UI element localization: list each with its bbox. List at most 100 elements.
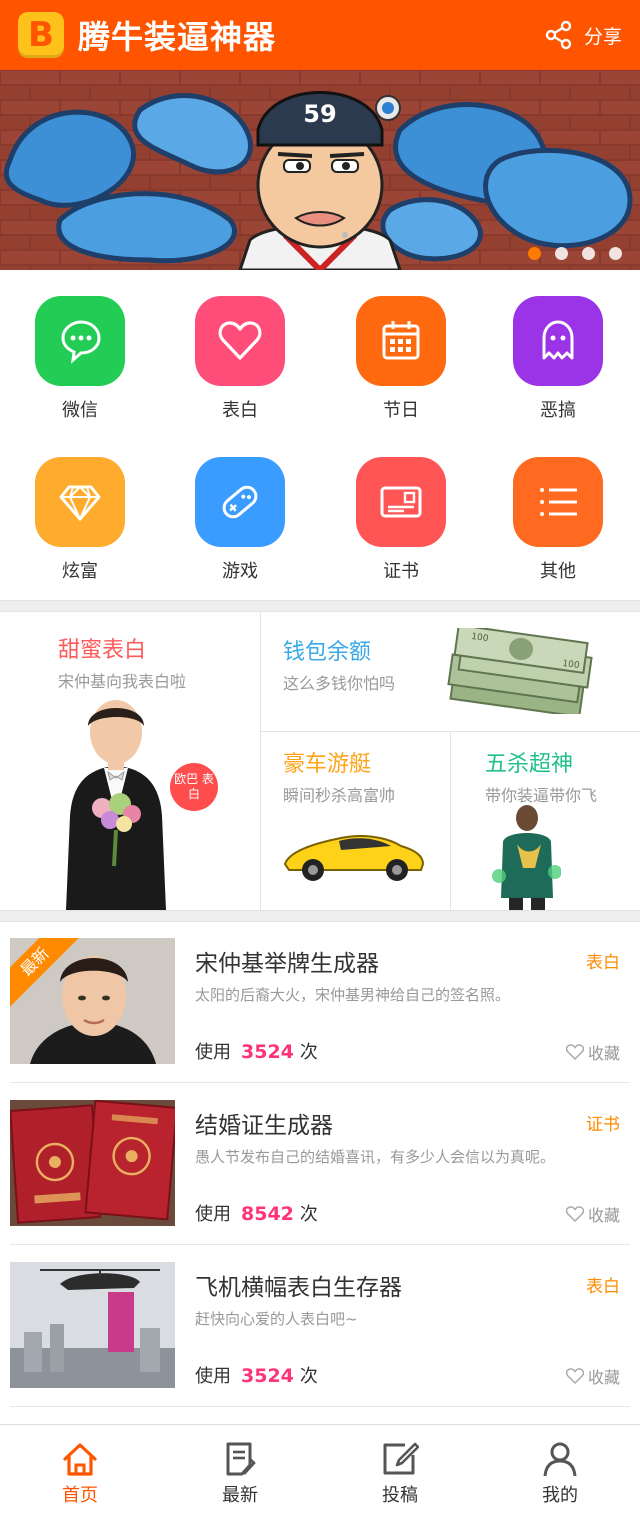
item-tag[interactable]: 表白 — [586, 948, 620, 973]
list-divider — [10, 1244, 630, 1245]
usage-unit: 次 — [299, 1366, 318, 1387]
feature-luxury-car[interactable]: 豪车游艇 瞬间秒杀高富帅 — [261, 732, 450, 910]
favorite-label: 收藏 — [587, 1368, 620, 1387]
home-icon — [63, 1443, 97, 1476]
money-stack-image: 100 100 — [447, 628, 593, 714]
heart-icon — [195, 296, 285, 386]
category-other[interactable]: 其他 — [498, 457, 618, 583]
cap-text: 59 — [303, 100, 336, 128]
usage-unit: 次 — [299, 1042, 318, 1063]
feature-title: 五杀超神 — [485, 752, 574, 777]
category-wechat[interactable]: 微信 — [20, 296, 140, 422]
share-label: 分享 — [583, 25, 622, 48]
feature-subtitle: 宋仲基向我表白啦 — [58, 672, 187, 691]
category-label: 证书 — [383, 561, 419, 582]
feature-pentakill[interactable]: 五杀超神 带你装逼带你飞 — [451, 732, 640, 910]
section-divider — [0, 910, 640, 922]
category-label: 恶搞 — [540, 400, 576, 421]
item-thumbnail: 最新 — [10, 938, 175, 1064]
carousel-dot[interactable] — [582, 247, 595, 260]
item-usage: 使用 3524 次 — [195, 1362, 318, 1388]
feature-panel: 甜蜜表白 宋仲基向我表白啦 欧巴 表白 钱包余额 这么多钱你怕吗 100 100… — [0, 612, 640, 910]
list-icon — [513, 457, 603, 547]
item-usage: 使用 8542 次 — [195, 1200, 318, 1226]
carousel-dot[interactable] — [555, 247, 568, 260]
tab-label: 最新 — [222, 1485, 258, 1506]
feature-sweet-confession[interactable]: 甜蜜表白 宋仲基向我表白啦 欧巴 表白 — [0, 612, 260, 910]
usage-count: 3524 — [241, 1041, 294, 1063]
banner-image: 59 — [0, 70, 640, 270]
app-title: 腾牛装逼神器 — [78, 18, 277, 56]
tab-profile[interactable]: 我的 — [480, 1425, 640, 1514]
category-festival[interactable]: 节日 — [341, 296, 461, 422]
item-description: 太阳的后裔大火，宋仲基男神给自己的签名照。 — [195, 986, 511, 1004]
tab-submit[interactable]: 投稿 — [320, 1425, 480, 1514]
list-item[interactable]: 飞机横幅表白生存器 表白 赶快向心爱的人表白吧~ 使用 3524 次 收藏 — [10, 1262, 630, 1388]
item-usage: 使用 3524 次 — [195, 1038, 318, 1064]
feature-title: 钱包余额 — [283, 640, 372, 665]
category-certificate[interactable]: 证书 — [341, 457, 461, 583]
category-grid: 微信 表白 节日 恶搞 炫富 游戏 证书 其他 — [0, 270, 640, 600]
feature-subtitle: 这么多钱你怕吗 — [283, 674, 396, 693]
game-hero-image — [492, 805, 561, 910]
category-label: 炫富 — [62, 561, 98, 582]
ghost-icon — [513, 296, 603, 386]
category-label: 微信 — [62, 400, 98, 421]
share-icon — [545, 20, 572, 50]
heart-outline-icon — [565, 1368, 584, 1384]
category-label: 节日 — [383, 400, 419, 421]
tab-latest[interactable]: 最新 — [160, 1425, 320, 1514]
category-prank[interactable]: 恶搞 — [498, 296, 618, 422]
carousel-dot[interactable] — [528, 247, 541, 260]
category-label: 表白 — [222, 400, 258, 421]
calendar-icon — [356, 296, 446, 386]
heart-outline-icon — [565, 1206, 584, 1222]
favorite-label: 收藏 — [587, 1206, 620, 1225]
category-label: 其他 — [540, 561, 576, 582]
heart-outline-icon — [565, 1044, 584, 1060]
diamond-icon — [35, 457, 125, 547]
banner-carousel[interactable]: 59 — [0, 70, 640, 270]
item-thumbnail — [10, 1100, 175, 1226]
section-divider — [0, 600, 640, 612]
usage-label: 使用 — [195, 1204, 231, 1225]
favorite-button[interactable]: 收藏 — [565, 1364, 620, 1388]
user-icon — [543, 1442, 577, 1477]
tab-label: 我的 — [542, 1485, 578, 1506]
usage-count: 8542 — [241, 1203, 294, 1225]
tab-home[interactable]: 首页 — [0, 1425, 160, 1514]
list-divider — [10, 1082, 630, 1083]
share-button[interactable]: 分享 — [544, 0, 622, 70]
badge-text: 欧巴 表白 — [174, 772, 214, 801]
carousel-indicators — [528, 247, 622, 260]
item-tag[interactable]: 证书 — [586, 1110, 620, 1135]
category-confession[interactable]: 表白 — [180, 296, 300, 422]
category-game[interactable]: 游戏 — [180, 457, 300, 583]
item-tag[interactable]: 表白 — [586, 1272, 620, 1297]
confession-badge: 欧巴 表白 — [170, 763, 218, 811]
favorite-button[interactable]: 收藏 — [565, 1202, 620, 1226]
tab-label: 投稿 — [382, 1485, 418, 1506]
favorite-button[interactable]: 收藏 — [565, 1040, 620, 1064]
app-logo: B — [18, 12, 64, 58]
app-header: B 腾牛装逼神器 分享 — [0, 0, 640, 70]
gamepad-icon — [195, 457, 285, 547]
item-thumbnail — [10, 1262, 175, 1388]
favorite-label: 收藏 — [587, 1044, 620, 1063]
feature-wallet-balance[interactable]: 钱包余额 这么多钱你怕吗 100 100 — [261, 612, 640, 731]
tab-label: 首页 — [62, 1485, 98, 1506]
list-item[interactable]: 最新 宋仲基举牌生成器 表白 太阳的后裔大火，宋仲基男神给自己的签名照。 使用 3… — [10, 938, 630, 1064]
item-description: 愚人节发布自己的结婚喜讯，有多少人会信以为真呢。 — [195, 1148, 556, 1166]
bottom-tab-bar: 首页 最新 投稿 我的 — [0, 1424, 640, 1514]
list-item[interactable]: 结婚证生成器 证书 愚人节发布自己的结婚喜讯，有多少人会信以为真呢。 使用 854… — [10, 1100, 630, 1226]
list-divider — [10, 1406, 630, 1407]
item-title: 飞机横幅表白生存器 — [195, 1275, 402, 1301]
carousel-dot[interactable] — [609, 247, 622, 260]
chat-icon — [35, 296, 125, 386]
sports-car-image — [283, 835, 425, 881]
document-icon — [226, 1442, 256, 1476]
item-description: 赶快向心爱的人表白吧~ — [195, 1310, 358, 1328]
category-show-off[interactable]: 炫富 — [20, 457, 140, 583]
category-label: 游戏 — [222, 561, 258, 582]
usage-label: 使用 — [195, 1042, 231, 1063]
